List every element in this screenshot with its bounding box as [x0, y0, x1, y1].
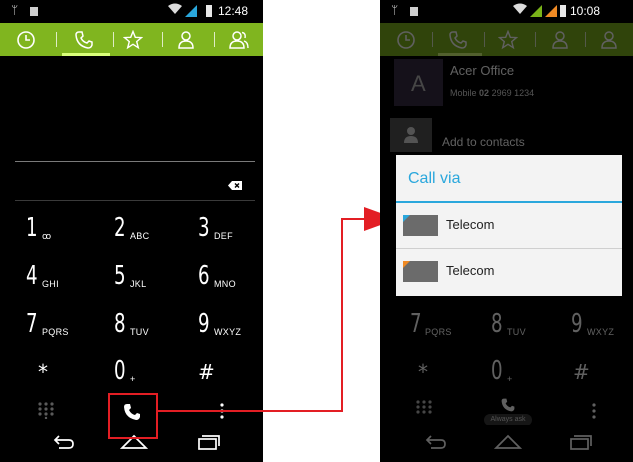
battery-icon	[560, 5, 566, 17]
active-tab-indicator	[62, 53, 110, 56]
recents-icon[interactable]	[566, 431, 592, 453]
sim-option-label: Telecom	[446, 263, 495, 278]
sim-option-label: Telecom	[446, 217, 495, 232]
dialpad-icon[interactable]	[37, 401, 55, 420]
tab-dialer[interactable]	[432, 23, 484, 56]
tab-dialer[interactable]	[58, 23, 110, 56]
clock-icon	[17, 30, 35, 49]
key-9[interactable]: 9 WXYZ	[172, 303, 260, 355]
tab-favorites[interactable]	[107, 23, 159, 56]
number-input[interactable]	[15, 165, 225, 195]
tab-favorites[interactable]	[482, 23, 534, 56]
connector-line-bottom	[158, 410, 342, 412]
active-tab-indicator	[438, 53, 482, 56]
status-time: 12:48	[218, 4, 249, 18]
back-icon[interactable]	[51, 431, 77, 453]
tab-recents[interactable]	[380, 23, 432, 56]
notification-icon	[30, 7, 38, 16]
contact-name: Acer Office	[450, 63, 515, 78]
tab-bar	[0, 23, 263, 56]
key-8[interactable]: 8 TUV	[88, 303, 176, 355]
tab-groups[interactable]	[213, 23, 263, 56]
wifi-icon	[168, 3, 182, 18]
dialog-title: Call via	[408, 170, 461, 187]
group-icon	[229, 30, 249, 49]
usb-icon: ᛘ	[11, 3, 19, 17]
key-4[interactable]: 4 GHI	[0, 255, 88, 307]
status-time: 10:08	[570, 4, 601, 18]
call-icon[interactable]	[500, 397, 516, 413]
usb-icon: ᛘ	[391, 3, 399, 17]
key-3[interactable]: 3 DEF	[172, 207, 260, 259]
signal-icon	[530, 5, 542, 17]
key-7[interactable]: 7 PQRS	[380, 303, 468, 355]
key-1[interactable]: 1ꝏ	[0, 207, 88, 259]
tab-groups[interactable]	[585, 23, 633, 56]
add-contact-avatar	[390, 118, 432, 152]
person-icon	[404, 127, 418, 143]
nav-bar	[380, 425, 633, 462]
wifi-icon	[513, 3, 527, 18]
add-to-contacts[interactable]: Add to contacts	[442, 135, 525, 149]
key-9[interactable]: 9 WXYZ	[545, 303, 633, 355]
group-icon	[601, 30, 617, 49]
key-7[interactable]: 7 PQRS	[0, 303, 88, 355]
key-hash[interactable]: #	[160, 350, 248, 402]
contact-number-line: Mobile 02 2969 1234	[450, 88, 535, 98]
key-star[interactable]: *	[380, 350, 468, 402]
sim-card-icon	[403, 261, 438, 282]
back-icon[interactable]	[423, 431, 449, 453]
star-icon	[498, 29, 518, 49]
home-icon[interactable]	[493, 431, 523, 453]
sim-option-1[interactable]: Telecom	[396, 203, 622, 248]
status-bar: ᛘ 10:08	[380, 0, 633, 23]
star-icon	[123, 29, 143, 49]
phone-icon	[449, 30, 467, 49]
tab-bar	[380, 23, 633, 56]
person-icon	[552, 30, 568, 49]
right-phone-screen: ᛘ 10:08 A Acer Office Mobile 02 2969 123…	[380, 0, 633, 462]
key-2[interactable]: 2 ABC	[88, 207, 176, 259]
notification-icon	[410, 7, 418, 16]
sim-option-2[interactable]: Telecom	[396, 249, 622, 294]
keypad-divider	[15, 200, 255, 201]
signal-icon-2	[545, 5, 557, 17]
status-bar: ᛘ 12:48	[0, 0, 263, 23]
call-button-highlight	[108, 393, 158, 439]
tab-recents[interactable]	[0, 23, 52, 56]
backspace-icon[interactable]	[228, 177, 242, 190]
key-hash[interactable]: #	[535, 350, 623, 402]
tab-contacts[interactable]	[160, 23, 212, 56]
person-icon	[178, 30, 194, 49]
dialpad-icon[interactable]	[415, 399, 433, 417]
avatar: A	[394, 59, 443, 106]
overflow-icon[interactable]	[591, 402, 597, 420]
number-field-divider	[15, 161, 255, 162]
phone-icon	[75, 30, 93, 49]
call-via-dialog: Call via Telecom Telecom	[396, 155, 622, 296]
signal-icon	[185, 5, 197, 17]
key-star[interactable]: *	[0, 350, 88, 402]
recents-icon[interactable]	[194, 431, 220, 453]
sim-card-icon	[403, 215, 438, 236]
key-8[interactable]: 8 TUV	[465, 303, 553, 355]
battery-icon	[206, 5, 212, 17]
tab-contacts[interactable]	[534, 23, 586, 56]
connector-line-vertical	[341, 218, 343, 412]
key-6[interactable]: 6 MNO	[172, 255, 260, 307]
clock-icon	[397, 30, 415, 49]
key-5[interactable]: 5 JKL	[88, 255, 176, 307]
